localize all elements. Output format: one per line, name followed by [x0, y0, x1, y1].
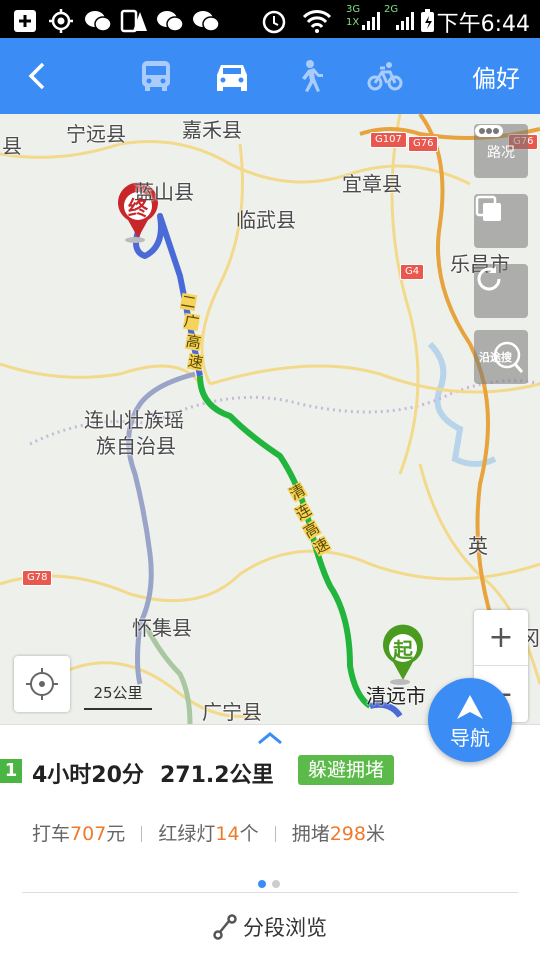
layers-icon — [475, 195, 501, 221]
route-duration: 4小时20分 — [32, 763, 144, 788]
start-marker-label: 起 — [393, 638, 413, 662]
preference-button[interactable]: 偏好 — [456, 38, 536, 114]
route-map[interactable]: 宁远县 嘉禾县 宜章县 蓝山县 临武县 乐昌市 连山壮族瑶 族自治县 怀集县 广… — [0, 114, 540, 724]
page-indicator — [258, 873, 280, 892]
place-label: 怀集县 — [132, 616, 192, 640]
add-icon — [12, 8, 38, 39]
back-icon — [28, 62, 45, 90]
battery-icon — [420, 8, 436, 39]
route-mode-bar: 偏好 — [0, 38, 540, 114]
segment-browse-label: 分段浏览 — [243, 916, 327, 940]
signal-icon — [360, 8, 380, 37]
place-label: 族自治县 — [96, 434, 176, 458]
wechat-icon — [156, 8, 184, 39]
route-segment-icon — [213, 914, 237, 940]
road-name-label: 广 — [182, 311, 201, 333]
wechat-icon — [84, 8, 112, 39]
road-name-label: 速 — [186, 351, 205, 373]
along-search-icon: 沿途搜 — [477, 339, 525, 375]
segment-browse-button[interactable]: 分段浏览 — [0, 893, 540, 961]
place-label: 嘉禾县 — [182, 118, 242, 142]
divider — [274, 826, 276, 842]
route-stats: 打车707元 红绿灯14个 拥堵298米 — [32, 819, 385, 846]
zoom-in-button[interactable]: + — [474, 610, 528, 666]
network-3g-label: 3G — [346, 4, 361, 15]
place-label: 宁远县 — [66, 122, 126, 146]
road — [200, 143, 244, 385]
layers-button[interactable] — [474, 194, 528, 248]
congestion-prefix: 拥堵 — [291, 823, 330, 845]
clipboard-warning-icon — [120, 8, 148, 39]
gps-icon — [48, 8, 74, 39]
place-label: 县 — [2, 134, 22, 158]
route-distance: 271.2公里 — [160, 763, 274, 788]
road — [0, 549, 540, 603]
page-dot — [272, 880, 280, 888]
traffic-icon — [475, 125, 503, 137]
wifi-icon — [302, 8, 332, 39]
highway-shield: G78 — [22, 570, 53, 586]
locate-icon — [26, 668, 58, 700]
car-icon — [217, 65, 247, 91]
congestion-value: 298 — [329, 823, 366, 845]
highway-shield: G4 — [400, 264, 425, 280]
traffic-lights-unit: 个 — [239, 823, 259, 845]
refresh-button[interactable] — [474, 264, 528, 318]
route-fast-segment — [197, 375, 372, 709]
navigation-arrow-icon — [457, 695, 483, 719]
refresh-icon — [477, 266, 501, 291]
mode-walk-tab[interactable] — [278, 38, 338, 114]
status-time: 下午6:44 — [436, 12, 530, 37]
highway-shield: G107 — [370, 132, 407, 148]
along-search-label: 沿途搜 — [479, 351, 512, 364]
wechat-icon — [192, 8, 220, 39]
place-label: 清远市 — [366, 684, 426, 708]
mode-car-tab[interactable] — [200, 38, 264, 114]
status-bar: 3G 1X 2G 下午6:44 — [0, 0, 540, 38]
taxi-fare-value: 707 — [70, 823, 107, 845]
walk-icon — [302, 60, 323, 92]
alarm-icon — [260, 8, 288, 39]
place-label: 宜章县 — [342, 172, 402, 196]
mode-bike-tab[interactable] — [354, 38, 416, 114]
traffic-label: 路况 — [487, 145, 515, 161]
mode-bus-tab[interactable] — [126, 38, 186, 114]
map-scale: 25公里 — [84, 682, 152, 710]
divider — [141, 826, 143, 842]
place-label: 广宁县 — [202, 700, 262, 724]
bus-icon — [142, 61, 170, 91]
road-name-label: 高 — [184, 331, 203, 353]
page-dot-active — [258, 880, 266, 888]
road-name-label: 二 — [179, 291, 198, 313]
navigate-label: 导航 — [450, 726, 490, 750]
chevron-up-icon[interactable] — [255, 731, 285, 745]
end-marker-label: 终 — [128, 196, 148, 220]
place-label: 临武县 — [236, 208, 296, 232]
traffic-button[interactable]: 路况 — [474, 124, 528, 178]
bike-icon — [367, 62, 403, 91]
network-1x-label: 1X — [346, 17, 360, 28]
congestion-unit: 米 — [365, 823, 385, 845]
highway-shield: G76 — [408, 136, 439, 152]
avoid-congestion-tag: 躲避拥堵 — [298, 755, 395, 785]
signal-icon — [394, 8, 414, 37]
start-navigation-button[interactable]: 导航 — [428, 678, 512, 762]
route-index-badge: 1 — [0, 759, 22, 783]
place-label: 英 — [468, 534, 488, 558]
taxi-unit: 元 — [106, 823, 126, 845]
locate-button[interactable] — [14, 656, 70, 712]
traffic-lights-value: 14 — [215, 823, 240, 845]
back-button[interactable] — [10, 38, 64, 114]
taxi-prefix: 打车 — [32, 823, 71, 845]
place-label: 连山壮族瑶 — [84, 408, 184, 432]
traffic-lights-prefix: 红绿灯 — [158, 823, 216, 845]
along-search-button[interactable]: 沿途搜 — [474, 330, 528, 384]
